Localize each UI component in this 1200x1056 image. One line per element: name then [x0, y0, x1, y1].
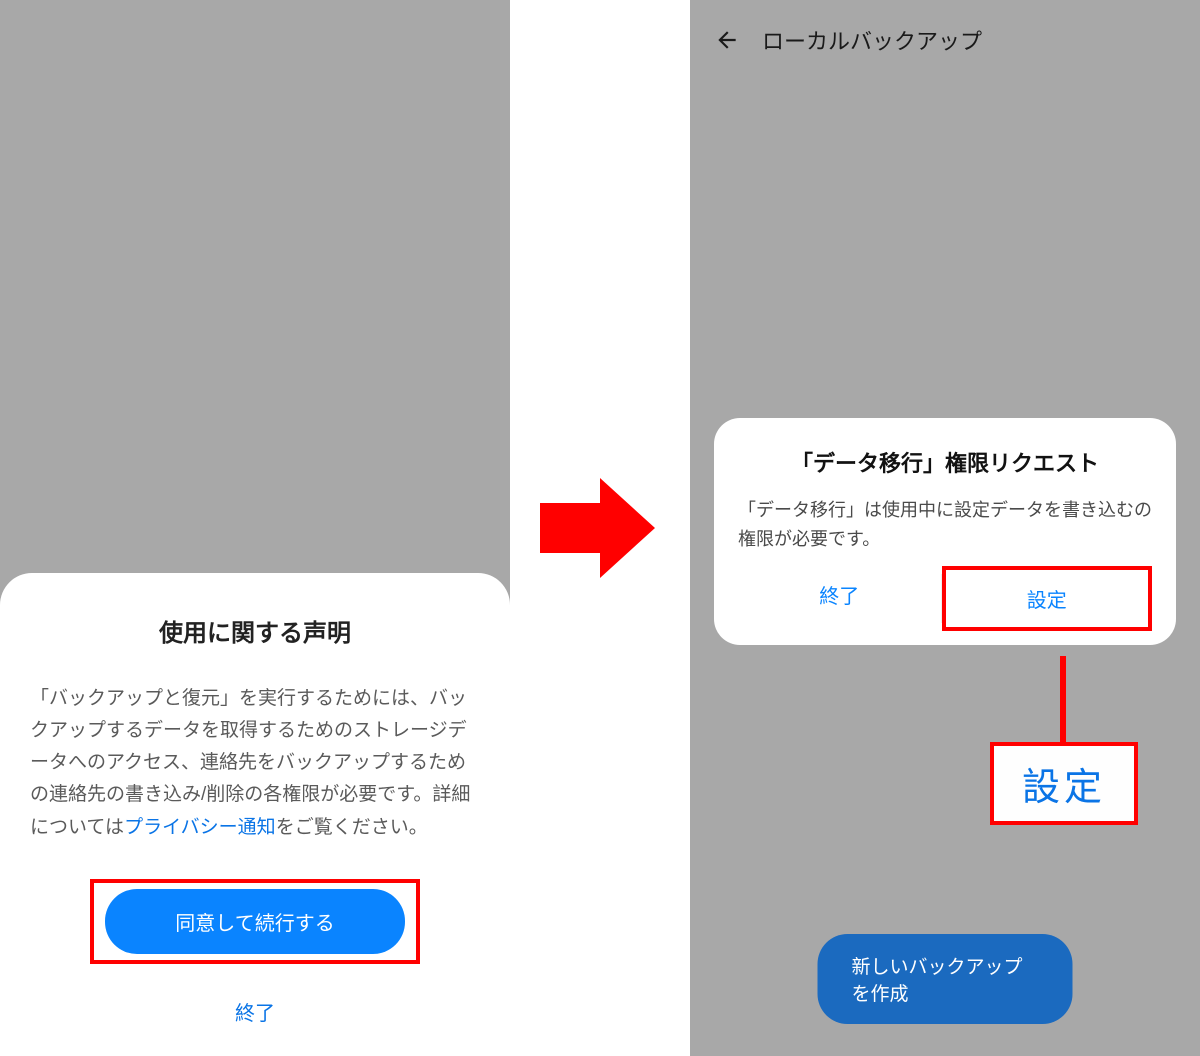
permission-dialog: 「データ移行」権限リクエスト 「データ移行」は使用中に設定データを書き込むの権限…	[714, 418, 1176, 645]
settings-callout-label: 設定	[990, 742, 1138, 825]
back-icon[interactable]	[714, 27, 740, 53]
dialog-settings-button[interactable]: 設定	[942, 566, 1153, 631]
header-title: ローカルバックアップ	[762, 24, 982, 56]
header: ローカルバックアップ	[690, 0, 1200, 80]
sheet-body-suffix: をご覧ください。	[276, 817, 428, 838]
sheet-body-prefix: 「バックアップと復元」を実行するためには、バックアップするデータを取得するための…	[30, 688, 470, 838]
sheet-title: 使用に関する声明	[30, 613, 480, 648]
dialog-exit-button[interactable]: 終了	[738, 566, 941, 631]
dialog-actions: 終了 設定	[738, 566, 1152, 631]
arrow-right-icon	[540, 473, 660, 583]
privacy-link[interactable]: プライバシー通知	[124, 817, 276, 838]
dialog-body: 「データ移行」は使用中に設定データを書き込むの権限が必要です。	[738, 496, 1152, 554]
callout-connector-vertical	[1060, 656, 1066, 742]
exit-button[interactable]: 終了	[30, 982, 480, 1036]
consent-bottom-sheet: 使用に関する声明 「バックアップと復元」を実行するためには、バックアップするデー…	[0, 573, 510, 1056]
right-screenshot: ローカルバックアップ 「データ移行」権限リクエスト 「データ移行」は使用中に設定…	[690, 0, 1200, 1056]
dialog-title: 「データ移行」権限リクエスト	[738, 446, 1152, 478]
agree-button-highlight: 同意して続行する	[90, 879, 420, 964]
agree-continue-button[interactable]: 同意して続行する	[105, 889, 405, 954]
create-backup-button[interactable]: 新しいバックアップを作成	[818, 934, 1073, 1024]
sheet-body: 「バックアップと復元」を実行するためには、バックアップするデータを取得するための…	[30, 683, 480, 844]
left-screenshot: 使用に関する声明 「バックアップと復元」を実行するためには、バックアップするデー…	[0, 0, 510, 1056]
flow-gap	[510, 0, 690, 1056]
